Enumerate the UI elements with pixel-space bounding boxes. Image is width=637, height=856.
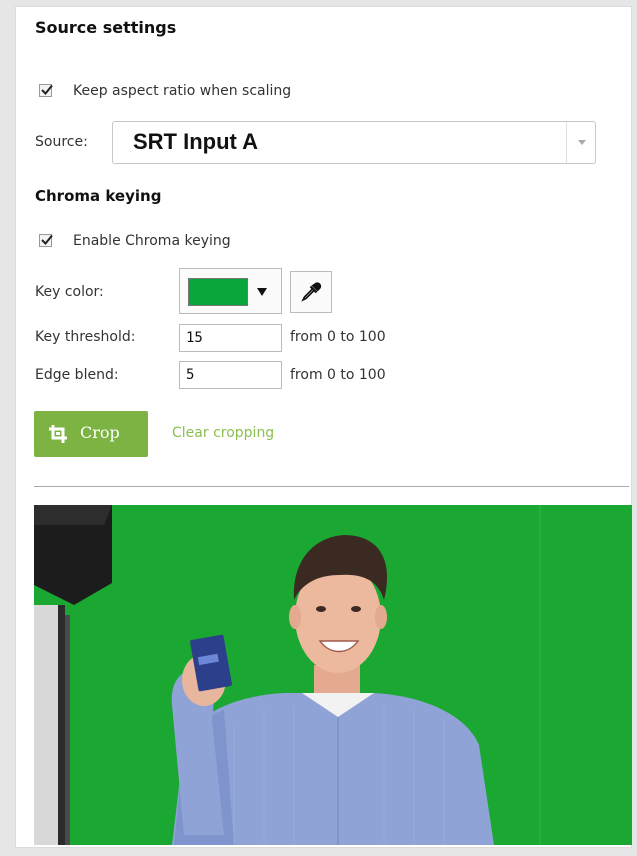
source-settings-panel: Source settings Keep aspect ratio when s… xyxy=(15,6,632,848)
eyedropper-button[interactable] xyxy=(290,271,332,313)
key-threshold-input[interactable]: 15 xyxy=(179,324,282,352)
key-color-picker[interactable] xyxy=(179,268,282,314)
edge-blend-input[interactable]: 5 xyxy=(179,361,282,389)
source-select[interactable]: SRT Input A xyxy=(112,121,596,164)
eyedropper-icon xyxy=(301,282,322,302)
enable-chroma-checkbox[interactable] xyxy=(39,234,53,247)
checkmark-icon xyxy=(41,84,53,95)
crop-icon xyxy=(49,425,67,443)
source-selected-value: SRT Input A xyxy=(133,129,259,154)
enable-chroma-label[interactable]: Enable Chroma keying xyxy=(73,233,231,249)
video-preview xyxy=(34,505,632,845)
video-preview-image xyxy=(34,505,632,845)
source-label: Source: xyxy=(35,134,88,150)
key-color-swatch xyxy=(188,278,248,306)
keep-aspect-label[interactable]: Keep aspect ratio when scaling xyxy=(73,83,291,99)
clear-cropping-link[interactable]: Clear cropping xyxy=(172,425,274,441)
keep-aspect-checkbox[interactable] xyxy=(39,84,53,97)
crop-button-label: Crop xyxy=(80,423,120,442)
checkmark-icon xyxy=(41,234,53,245)
source-dropdown-arrow[interactable] xyxy=(566,122,595,163)
chevron-down-icon xyxy=(257,288,267,296)
key-color-label: Key color: xyxy=(35,284,104,300)
chroma-section-title: Chroma keying xyxy=(35,187,162,205)
edge-blend-range: from 0 to 100 xyxy=(290,367,386,383)
chevron-down-icon xyxy=(578,140,586,145)
key-threshold-range: from 0 to 100 xyxy=(290,329,386,345)
panel-title: Source settings xyxy=(35,18,177,37)
edge-blend-label: Edge blend: xyxy=(35,367,119,383)
divider xyxy=(34,486,629,487)
key-threshold-label: Key threshold: xyxy=(35,329,136,345)
crop-button[interactable]: Crop xyxy=(34,411,148,457)
